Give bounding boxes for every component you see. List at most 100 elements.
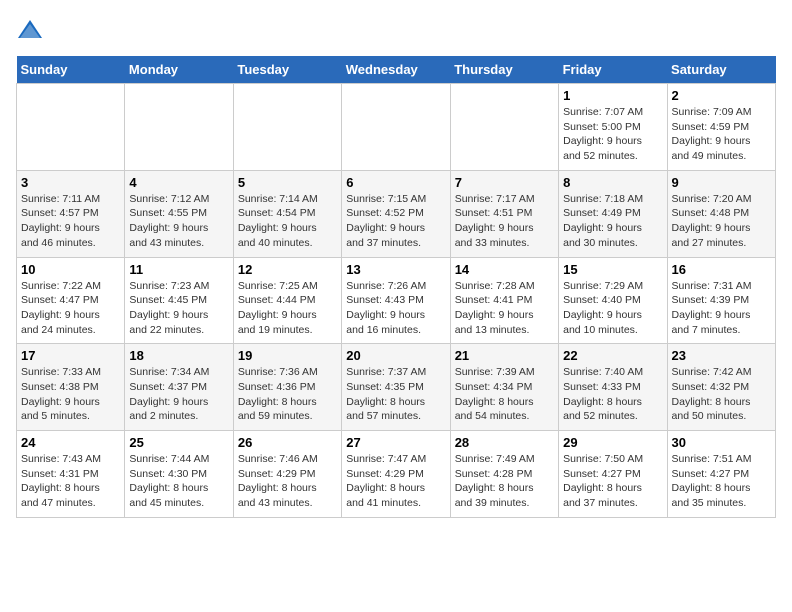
calendar-cell: 5 Sunrise: 7:14 AM Sunset: 4:54 PM Daylig… [233, 170, 341, 257]
weekday-header-tuesday: Tuesday [233, 56, 341, 84]
day-number: 9 [672, 175, 771, 190]
day-number: 2 [672, 88, 771, 103]
day-number: 28 [455, 435, 554, 450]
day-info: Sunrise: 7:50 AM Sunset: 4:27 PM Dayligh… [563, 452, 662, 511]
day-number: 17 [21, 348, 120, 363]
calendar-week-row: 1 Sunrise: 7:07 AM Sunset: 5:00 PM Daylig… [17, 84, 776, 171]
day-number: 27 [346, 435, 445, 450]
weekday-header-saturday: Saturday [667, 56, 775, 84]
day-info: Sunrise: 7:28 AM Sunset: 4:41 PM Dayligh… [455, 279, 554, 338]
day-info: Sunrise: 7:17 AM Sunset: 4:51 PM Dayligh… [455, 192, 554, 251]
calendar-cell: 20Sunrise: 7:37 AM Sunset: 4:35 PM Dayli… [342, 344, 450, 431]
calendar-cell: 30 Sunrise: 7:51 AM Sunset: 4:27 PM Dayli… [667, 431, 775, 518]
calendar-cell: 19Sunrise: 7:36 AM Sunset: 4:36 PM Dayli… [233, 344, 341, 431]
day-info: Sunrise: 7:44 AM Sunset: 4:30 PM Dayligh… [129, 452, 228, 511]
calendar-cell [17, 84, 125, 171]
day-info: Sunrise: 7:26 AM Sunset: 4:43 PM Dayligh… [346, 279, 445, 338]
day-number: 18 [129, 348, 228, 363]
day-number: 29 [563, 435, 662, 450]
day-info: Sunrise: 7:11 AM Sunset: 4:57 PM Dayligh… [21, 192, 120, 251]
day-number: 30 [672, 435, 771, 450]
day-number: 5 [238, 175, 337, 190]
calendar-week-row: 17Sunrise: 7:33 AM Sunset: 4:38 PM Dayli… [17, 344, 776, 431]
weekday-header-wednesday: Wednesday [342, 56, 450, 84]
day-info: Sunrise: 7:29 AM Sunset: 4:40 PM Dayligh… [563, 279, 662, 338]
weekday-header-friday: Friday [559, 56, 667, 84]
day-number: 20 [346, 348, 445, 363]
day-number: 21 [455, 348, 554, 363]
calendar-cell: 29 Sunrise: 7:50 AM Sunset: 4:27 PM Dayli… [559, 431, 667, 518]
calendar-cell: 2 Sunrise: 7:09 AM Sunset: 4:59 PM Daylig… [667, 84, 775, 171]
calendar-cell: 16 Sunrise: 7:31 AM Sunset: 4:39 PM Dayli… [667, 257, 775, 344]
day-info: Sunrise: 7:07 AM Sunset: 5:00 PM Dayligh… [563, 105, 662, 164]
logo-icon [16, 16, 44, 44]
header [16, 16, 776, 44]
day-number: 10 [21, 262, 120, 277]
day-info: Sunrise: 7:25 AM Sunset: 4:44 PM Dayligh… [238, 279, 337, 338]
day-info: Sunrise: 7:46 AM Sunset: 4:29 PM Dayligh… [238, 452, 337, 511]
calendar-cell: 6 Sunrise: 7:15 AM Sunset: 4:52 PM Daylig… [342, 170, 450, 257]
day-number: 16 [672, 262, 771, 277]
calendar-week-row: 3 Sunrise: 7:11 AM Sunset: 4:57 PM Daylig… [17, 170, 776, 257]
calendar-cell: 18 Sunrise: 7:34 AM Sunset: 4:37 PM Dayli… [125, 344, 233, 431]
day-number: 1 [563, 88, 662, 103]
day-info: Sunrise: 7:22 AM Sunset: 4:47 PM Dayligh… [21, 279, 120, 338]
day-number: 6 [346, 175, 445, 190]
calendar-cell: 17Sunrise: 7:33 AM Sunset: 4:38 PM Dayli… [17, 344, 125, 431]
calendar-cell: 3 Sunrise: 7:11 AM Sunset: 4:57 PM Daylig… [17, 170, 125, 257]
calendar-cell: 25 Sunrise: 7:44 AM Sunset: 4:30 PM Dayli… [125, 431, 233, 518]
calendar-cell [342, 84, 450, 171]
day-info: Sunrise: 7:18 AM Sunset: 4:49 PM Dayligh… [563, 192, 662, 251]
calendar-cell: 14 Sunrise: 7:28 AM Sunset: 4:41 PM Dayli… [450, 257, 558, 344]
day-info: Sunrise: 7:49 AM Sunset: 4:28 PM Dayligh… [455, 452, 554, 511]
day-number: 4 [129, 175, 228, 190]
day-number: 26 [238, 435, 337, 450]
day-info: Sunrise: 7:15 AM Sunset: 4:52 PM Dayligh… [346, 192, 445, 251]
day-number: 22 [563, 348, 662, 363]
calendar-cell: 9 Sunrise: 7:20 AM Sunset: 4:48 PM Daylig… [667, 170, 775, 257]
calendar-cell: 23Sunrise: 7:42 AM Sunset: 4:32 PM Dayli… [667, 344, 775, 431]
day-number: 3 [21, 175, 120, 190]
calendar-cell: 22 Sunrise: 7:40 AM Sunset: 4:33 PM Dayli… [559, 344, 667, 431]
day-number: 25 [129, 435, 228, 450]
calendar-table: SundayMondayTuesdayWednesdayThursdayFrid… [16, 56, 776, 518]
calendar-cell [233, 84, 341, 171]
day-number: 12 [238, 262, 337, 277]
calendar-cell: 15 Sunrise: 7:29 AM Sunset: 4:40 PM Dayli… [559, 257, 667, 344]
day-number: 13 [346, 262, 445, 277]
day-info: Sunrise: 7:12 AM Sunset: 4:55 PM Dayligh… [129, 192, 228, 251]
calendar-cell: 4 Sunrise: 7:12 AM Sunset: 4:55 PM Daylig… [125, 170, 233, 257]
day-number: 14 [455, 262, 554, 277]
calendar-cell [450, 84, 558, 171]
day-number: 8 [563, 175, 662, 190]
day-info: Sunrise: 7:23 AM Sunset: 4:45 PM Dayligh… [129, 279, 228, 338]
logo [16, 16, 48, 44]
day-number: 24 [21, 435, 120, 450]
calendar-cell: 13 Sunrise: 7:26 AM Sunset: 4:43 PM Dayli… [342, 257, 450, 344]
day-info: Sunrise: 7:20 AM Sunset: 4:48 PM Dayligh… [672, 192, 771, 251]
day-number: 23 [672, 348, 771, 363]
calendar-cell: 10 Sunrise: 7:22 AM Sunset: 4:47 PM Dayli… [17, 257, 125, 344]
calendar-cell: 26 Sunrise: 7:46 AM Sunset: 4:29 PM Dayli… [233, 431, 341, 518]
calendar-cell: 12 Sunrise: 7:25 AM Sunset: 4:44 PM Dayli… [233, 257, 341, 344]
weekday-header-monday: Monday [125, 56, 233, 84]
calendar-cell [125, 84, 233, 171]
calendar-cell: 11 Sunrise: 7:23 AM Sunset: 4:45 PM Dayli… [125, 257, 233, 344]
day-info: Sunrise: 7:31 AM Sunset: 4:39 PM Dayligh… [672, 279, 771, 338]
calendar-cell: 1 Sunrise: 7:07 AM Sunset: 5:00 PM Daylig… [559, 84, 667, 171]
day-info: Sunrise: 7:09 AM Sunset: 4:59 PM Dayligh… [672, 105, 771, 164]
day-number: 19 [238, 348, 337, 363]
day-info: Sunrise: 7:40 AM Sunset: 4:33 PM Dayligh… [563, 365, 662, 424]
calendar-week-row: 10 Sunrise: 7:22 AM Sunset: 4:47 PM Dayli… [17, 257, 776, 344]
day-info: Sunrise: 7:47 AM Sunset: 4:29 PM Dayligh… [346, 452, 445, 511]
calendar-week-row: 24 Sunrise: 7:43 AM Sunset: 4:31 PM Dayli… [17, 431, 776, 518]
day-number: 7 [455, 175, 554, 190]
day-info: Sunrise: 7:34 AM Sunset: 4:37 PM Dayligh… [129, 365, 228, 424]
weekday-header-sunday: Sunday [17, 56, 125, 84]
day-number: 15 [563, 262, 662, 277]
calendar-header-row: SundayMondayTuesdayWednesdayThursdayFrid… [17, 56, 776, 84]
day-info: Sunrise: 7:43 AM Sunset: 4:31 PM Dayligh… [21, 452, 120, 511]
day-info: Sunrise: 7:51 AM Sunset: 4:27 PM Dayligh… [672, 452, 771, 511]
day-info: Sunrise: 7:14 AM Sunset: 4:54 PM Dayligh… [238, 192, 337, 251]
day-number: 11 [129, 262, 228, 277]
